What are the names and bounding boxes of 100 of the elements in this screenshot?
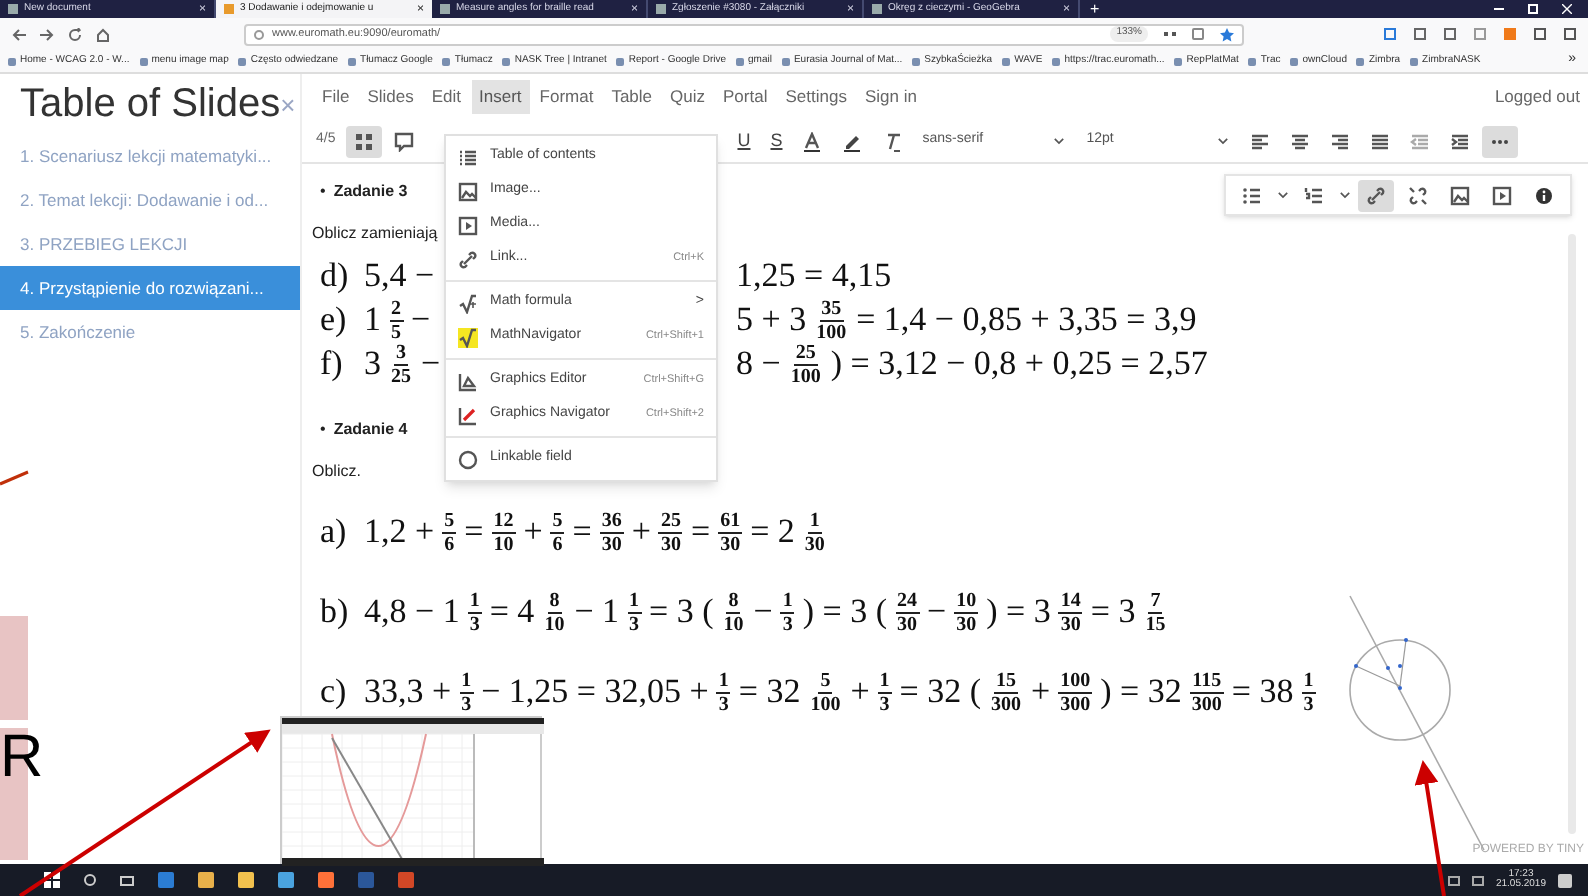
pocket-icon[interactable]	[1192, 28, 1204, 40]
highlighter-icon	[842, 131, 863, 151]
speaker-icon[interactable]	[1471, 875, 1484, 885]
grid-button[interactable]	[345, 125, 382, 157]
info-icon	[254, 29, 264, 39]
bookmark-icon	[139, 57, 148, 65]
instruction-text: Oblicz zamieniają	[312, 222, 438, 246]
unlink-icon	[1408, 185, 1428, 205]
media-icon	[458, 215, 478, 235]
bookmark-icon	[1174, 57, 1183, 65]
favicon-icon	[8, 4, 18, 14]
text-color-icon	[802, 131, 823, 151]
link-icon	[458, 249, 478, 269]
bookmark-icon	[348, 57, 357, 65]
sidebar-icon[interactable]	[1444, 28, 1456, 40]
home-icon[interactable]	[96, 27, 110, 41]
bookmark-icon	[238, 57, 247, 65]
task-view-icon[interactable]	[120, 875, 134, 885]
align-right-icon	[1330, 131, 1351, 151]
more-button[interactable]	[1482, 125, 1519, 157]
clear-formatting-icon	[882, 131, 903, 151]
circle-icon	[458, 449, 478, 469]
numbered-list-icon	[1304, 185, 1324, 205]
link-icon	[1366, 185, 1386, 205]
search-icon[interactable]	[84, 874, 96, 886]
chart-icon	[458, 371, 478, 391]
notification-icon[interactable]	[1558, 873, 1572, 887]
restore-icon[interactable]	[1528, 4, 1538, 14]
image-icon	[1450, 185, 1470, 205]
item-label: e)	[318, 298, 349, 343]
favicon-icon	[224, 4, 234, 14]
math-formula: 5,4 −	[364, 254, 435, 299]
bookmark-icon	[912, 57, 921, 65]
align-center-icon	[1290, 131, 1311, 151]
sidebar-title: Table of Slides	[20, 80, 281, 130]
reload-icon[interactable]	[68, 27, 82, 41]
bookmark-icon	[1002, 57, 1011, 65]
info-icon	[1534, 185, 1554, 205]
menu-icon[interactable]	[1564, 28, 1576, 40]
link-button[interactable]	[1358, 179, 1394, 211]
bookmark-icon	[502, 57, 511, 65]
bookmark-icon	[8, 57, 16, 65]
item-label: b)	[318, 590, 351, 635]
letter-text: R	[0, 728, 44, 788]
library-icon[interactable]	[1414, 28, 1426, 40]
comment-icon	[393, 131, 414, 151]
task-heading: Zadanie 3	[333, 180, 408, 204]
menu-item[interactable]: File	[314, 80, 358, 114]
chevron-down-icon	[1338, 188, 1352, 202]
chevron-down-icon	[1276, 188, 1290, 202]
bookmark-icon	[1290, 57, 1299, 65]
account-icon[interactable]	[1534, 28, 1546, 40]
task-heading: Zadanie 4	[333, 418, 408, 442]
menu-item[interactable]: Format	[531, 80, 602, 114]
math-formula: 1,25 = 4,15	[736, 254, 892, 299]
justify-icon	[1370, 131, 1391, 151]
menu-item[interactable]: Portal	[715, 80, 776, 114]
menu-item[interactable]: Slides	[359, 80, 422, 114]
menu-item[interactable]: Quiz	[662, 80, 714, 114]
menu-item[interactable]: Edit	[423, 80, 470, 114]
list-icon	[458, 147, 478, 167]
bookmark-icon	[442, 57, 451, 65]
item-label: a)	[318, 510, 349, 555]
new-tab-button[interactable]: +	[1080, 0, 1110, 18]
reader-icon[interactable]	[1474, 28, 1486, 40]
format-button[interactable]: S	[762, 125, 791, 157]
forward-icon[interactable]	[40, 27, 54, 41]
format-button[interactable]: U	[729, 125, 759, 157]
network-icon[interactable]	[1447, 875, 1460, 885]
square-root-icon	[458, 327, 478, 347]
bookmark-icon	[1410, 57, 1419, 65]
list-bullet: •	[320, 180, 326, 204]
menu-item[interactable]: Insert	[471, 80, 530, 114]
star-icon[interactable]	[1220, 27, 1234, 41]
grid-icon	[353, 131, 374, 151]
list-bullet: •	[320, 418, 326, 442]
start-button[interactable]	[44, 872, 60, 888]
annotation-arrow	[1414, 760, 1446, 896]
media-icon	[1492, 185, 1512, 205]
back-icon[interactable]	[12, 27, 26, 41]
chevron-down-icon	[1052, 134, 1067, 148]
item-label: f)	[318, 342, 345, 387]
image-icon	[458, 181, 478, 201]
windows-icon	[44, 872, 60, 888]
bookmark-icon	[1052, 57, 1061, 65]
close-icon[interactable]	[1562, 4, 1572, 14]
menu-item[interactable]: Table	[603, 80, 661, 114]
bookmark-icon	[781, 57, 790, 65]
chevron-down-icon	[1216, 134, 1231, 148]
download-icon[interactable]	[1384, 28, 1396, 40]
favicon-icon	[440, 4, 450, 14]
favicon-icon	[872, 4, 882, 14]
item-label: c)	[318, 670, 349, 715]
align-left-icon	[1250, 131, 1271, 151]
annotation-line	[0, 470, 29, 486]
menu-item[interactable]: Sign in	[856, 80, 925, 114]
bookmark-icon	[736, 57, 745, 65]
menu-item[interactable]: Settings	[777, 80, 855, 114]
login-status: Logged out	[1494, 84, 1580, 110]
bookmark-icon	[616, 57, 625, 65]
